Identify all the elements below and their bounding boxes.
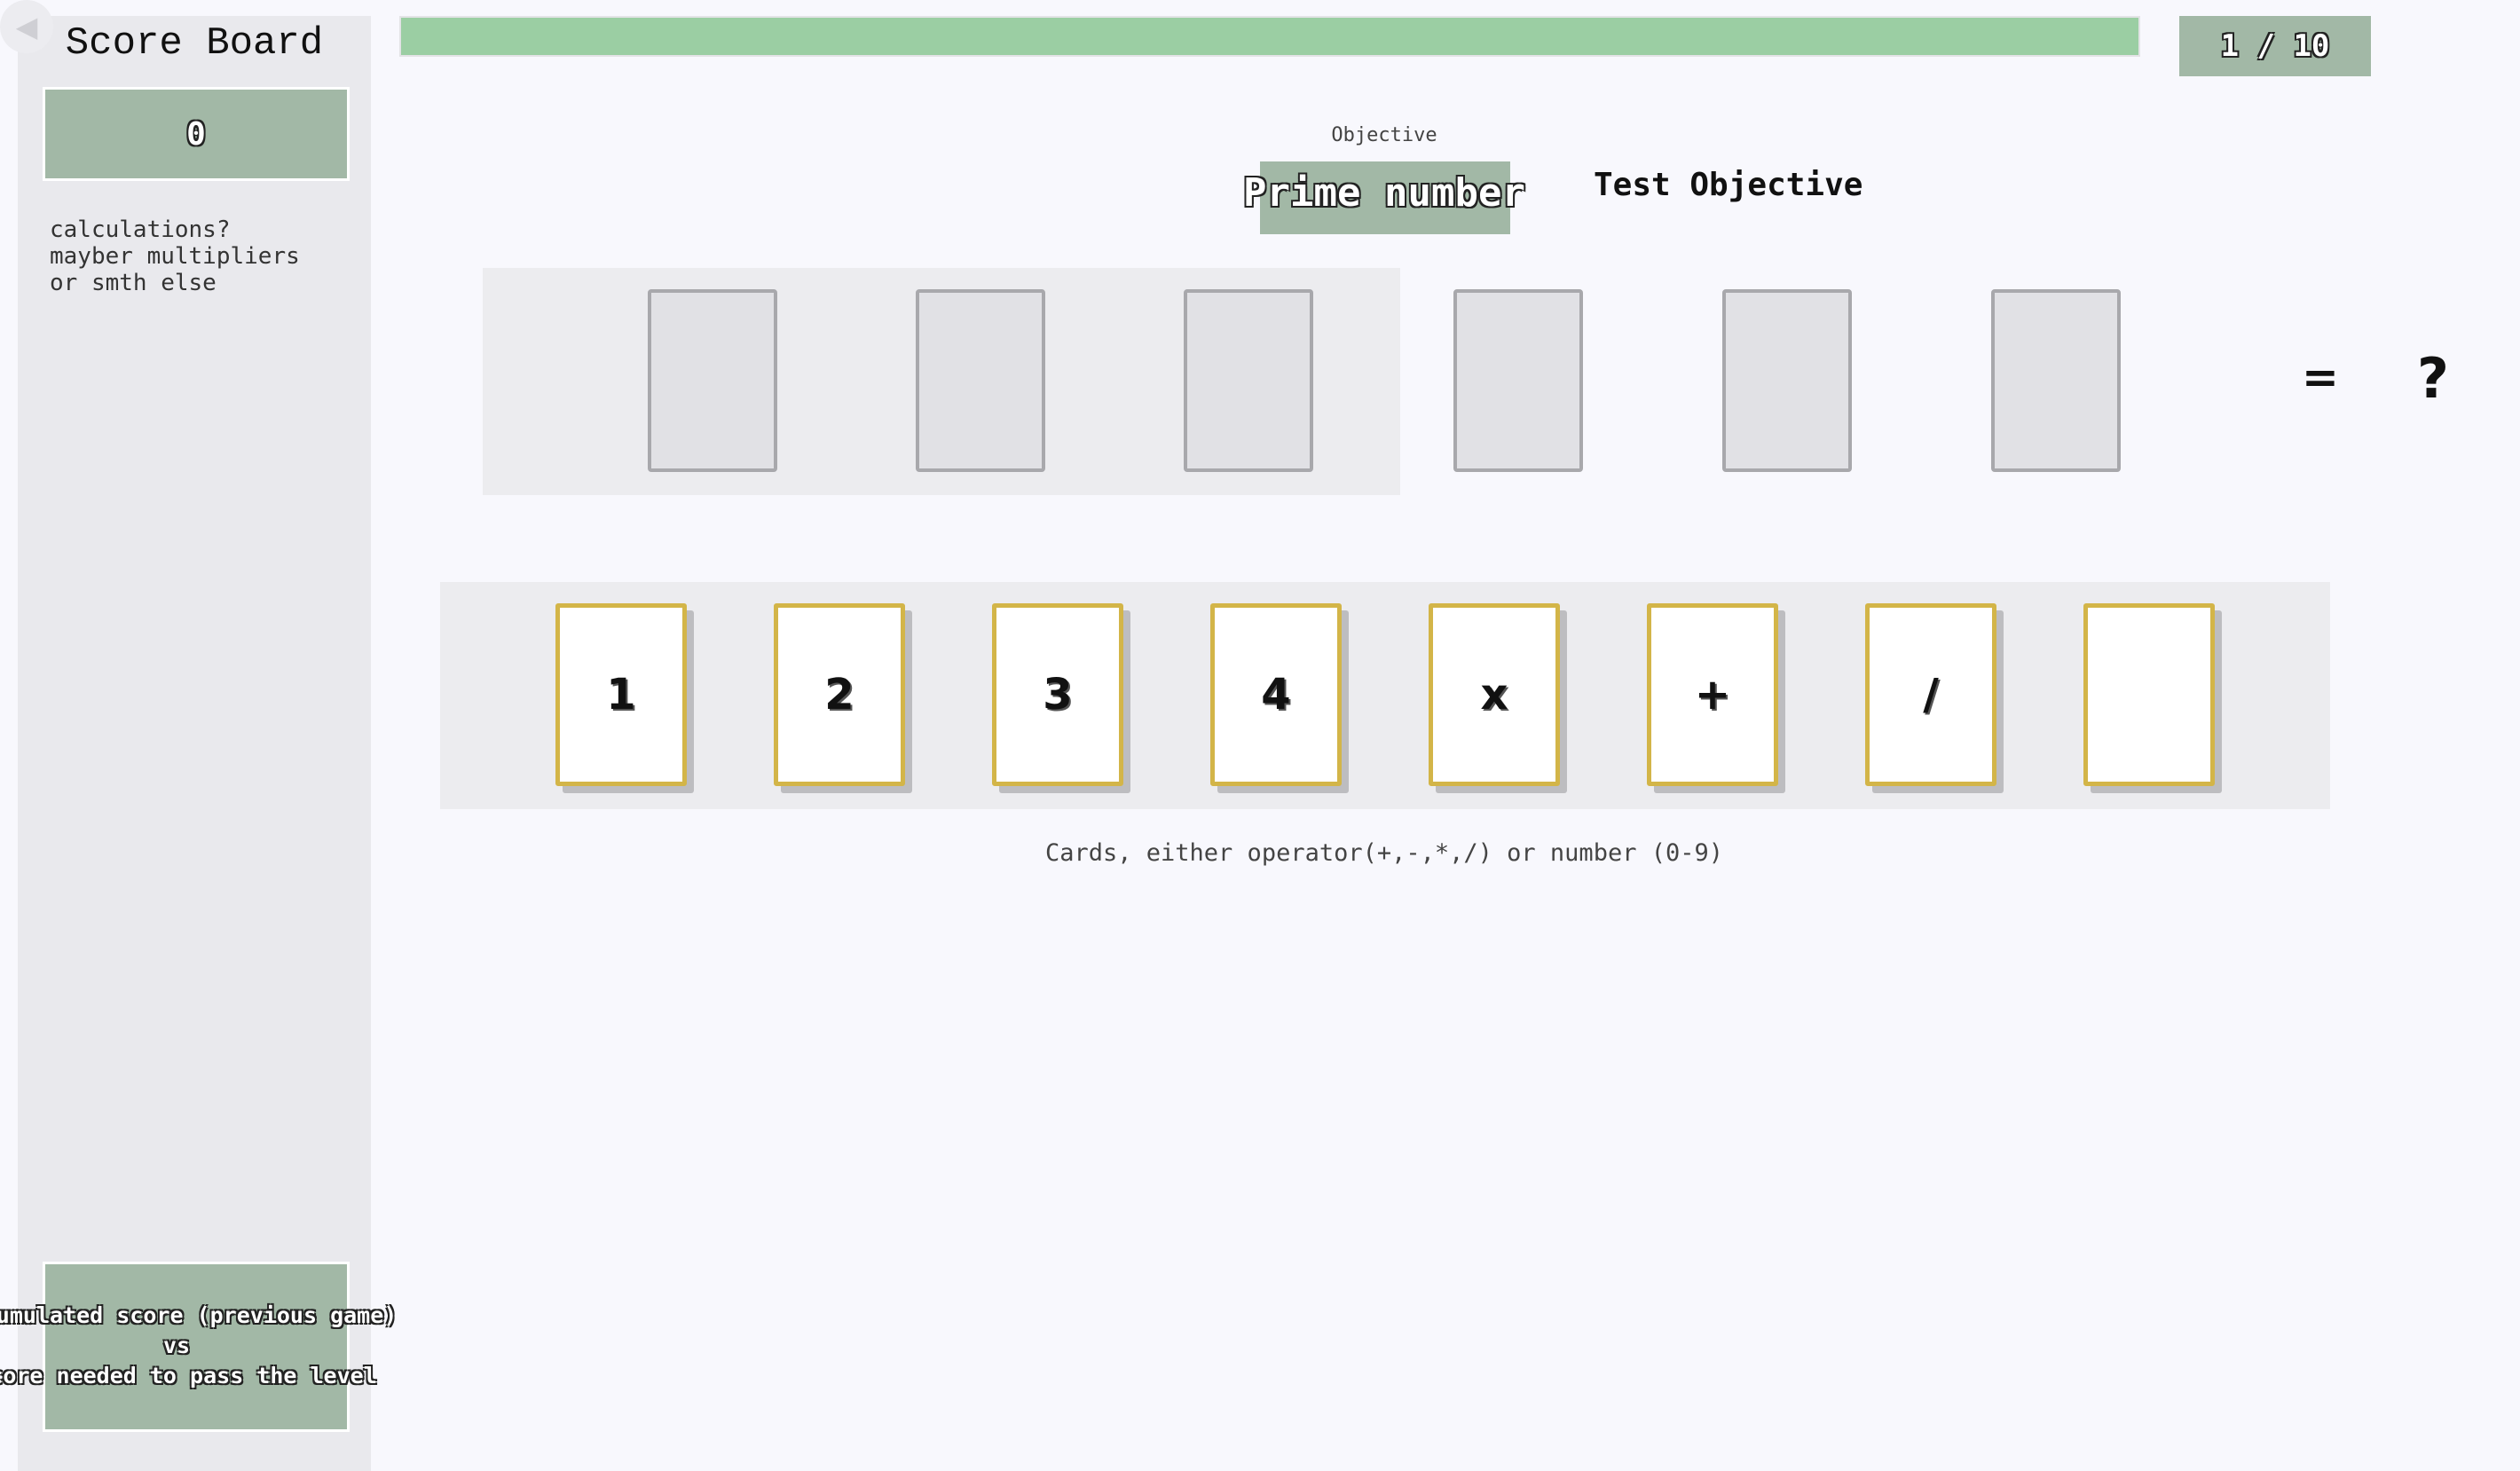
level-counter: 1 / 10 [2179, 16, 2371, 76]
level-pass-text: Accumulated score (previous game) vs Sco… [0, 1302, 398, 1388]
objective-value: Prime number [1243, 170, 1525, 216]
level-progress-fill [401, 18, 2138, 55]
equation-slot[interactable] [1722, 289, 1852, 472]
equals-sign: = [2302, 351, 2339, 403]
score-value: 0 [43, 87, 350, 181]
level-progress-bar [399, 16, 2140, 57]
equation-result: ? [2417, 346, 2449, 411]
card-hand-zone [440, 582, 2330, 809]
back-arrow-icon[interactable]: ◀ [0, 0, 53, 53]
card-number-1[interactable]: 1 [555, 603, 687, 786]
equation-slot[interactable] [648, 289, 777, 472]
cards-caption: Cards, either operator(+,-,*,/) or numbe… [1044, 839, 1723, 867]
equation-slot[interactable] [1184, 289, 1313, 472]
scoreboard-sidebar: Score Board 0 calculations? mayber multi… [18, 16, 371, 1471]
card-blank[interactable] [2083, 603, 2215, 786]
objective-label: Objective [1331, 124, 1437, 146]
equation-slot[interactable] [1991, 289, 2121, 472]
equation-slot[interactable] [916, 289, 1045, 472]
card-number-3[interactable]: 3 [992, 603, 1123, 786]
card-operator-multiply[interactable]: x [1429, 603, 1560, 786]
score-note: calculations? mayber multipliers or smth… [50, 216, 300, 296]
card-operator-divide[interactable]: / [1865, 603, 1996, 786]
objective-description: Test Objective [1594, 167, 1863, 203]
scoreboard-title: Score Board [65, 21, 324, 66]
equation-slot[interactable] [1453, 289, 1583, 472]
card-number-4[interactable]: 4 [1210, 603, 1342, 786]
card-operator-plus[interactable]: + [1647, 603, 1778, 786]
card-number-2[interactable]: 2 [774, 603, 905, 786]
